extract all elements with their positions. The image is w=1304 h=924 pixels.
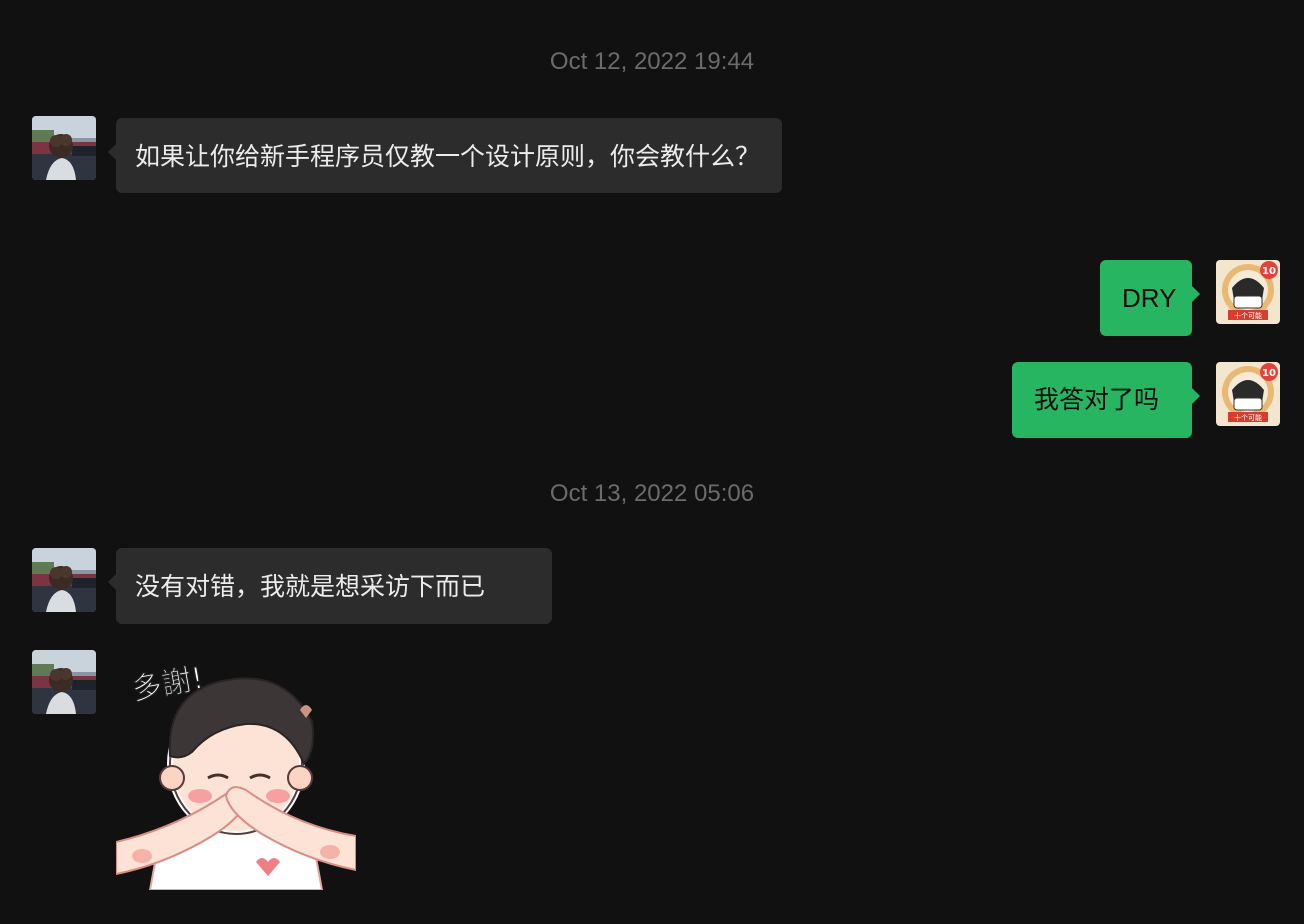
message-bubble-incoming[interactable]: 如果让你给新手程序员仅教一个设计原则，你会教什么？ (108, 118, 782, 193)
my-avatar[interactable]: 10 十个可能 (1216, 362, 1280, 426)
contact-avatar[interactable] (32, 116, 96, 180)
thank-you-boy-sticker-icon: 多謝! (115, 660, 357, 891)
contact-photo-icon (32, 116, 96, 180)
timestamp: Oct 12, 2022 19:44 (549, 48, 755, 75)
cartoon-avatar-icon: 10 十个可能 (1216, 362, 1280, 426)
message-text: 没有对错，我就是想采访下而已 (135, 572, 486, 601)
my-avatar[interactable]: 10 十个可能 (1216, 260, 1280, 324)
contact-photo-icon (32, 650, 96, 714)
message-bubble-outgoing[interactable]: DRY (1100, 260, 1200, 336)
timestamp: Oct 13, 2022 05:06 (549, 480, 755, 507)
contact-photo-icon (32, 548, 96, 612)
message-text: 如果让你给新手程序员仅教一个设计原则，你会教什么？ (135, 142, 761, 171)
avatar-caption: 十个可能 (1234, 413, 1262, 422)
contact-avatar[interactable] (32, 650, 96, 714)
message-text: DRY (1122, 283, 1177, 313)
avatar-caption: 十个可能 (1234, 311, 1262, 320)
level-badge: 10 (1262, 266, 1276, 277)
message-text: 我答对了吗 (1034, 385, 1160, 414)
level-badge: 10 (1262, 368, 1276, 379)
message-bubble-incoming[interactable]: 没有对错，我就是想采访下而已 (108, 548, 552, 624)
contact-avatar[interactable] (32, 548, 96, 612)
cartoon-avatar-icon: 10 十个可能 (1216, 260, 1280, 324)
message-bubble-outgoing[interactable]: 我答对了吗 (1012, 362, 1200, 438)
thanks-sticker[interactable]: 多謝! (115, 660, 357, 894)
